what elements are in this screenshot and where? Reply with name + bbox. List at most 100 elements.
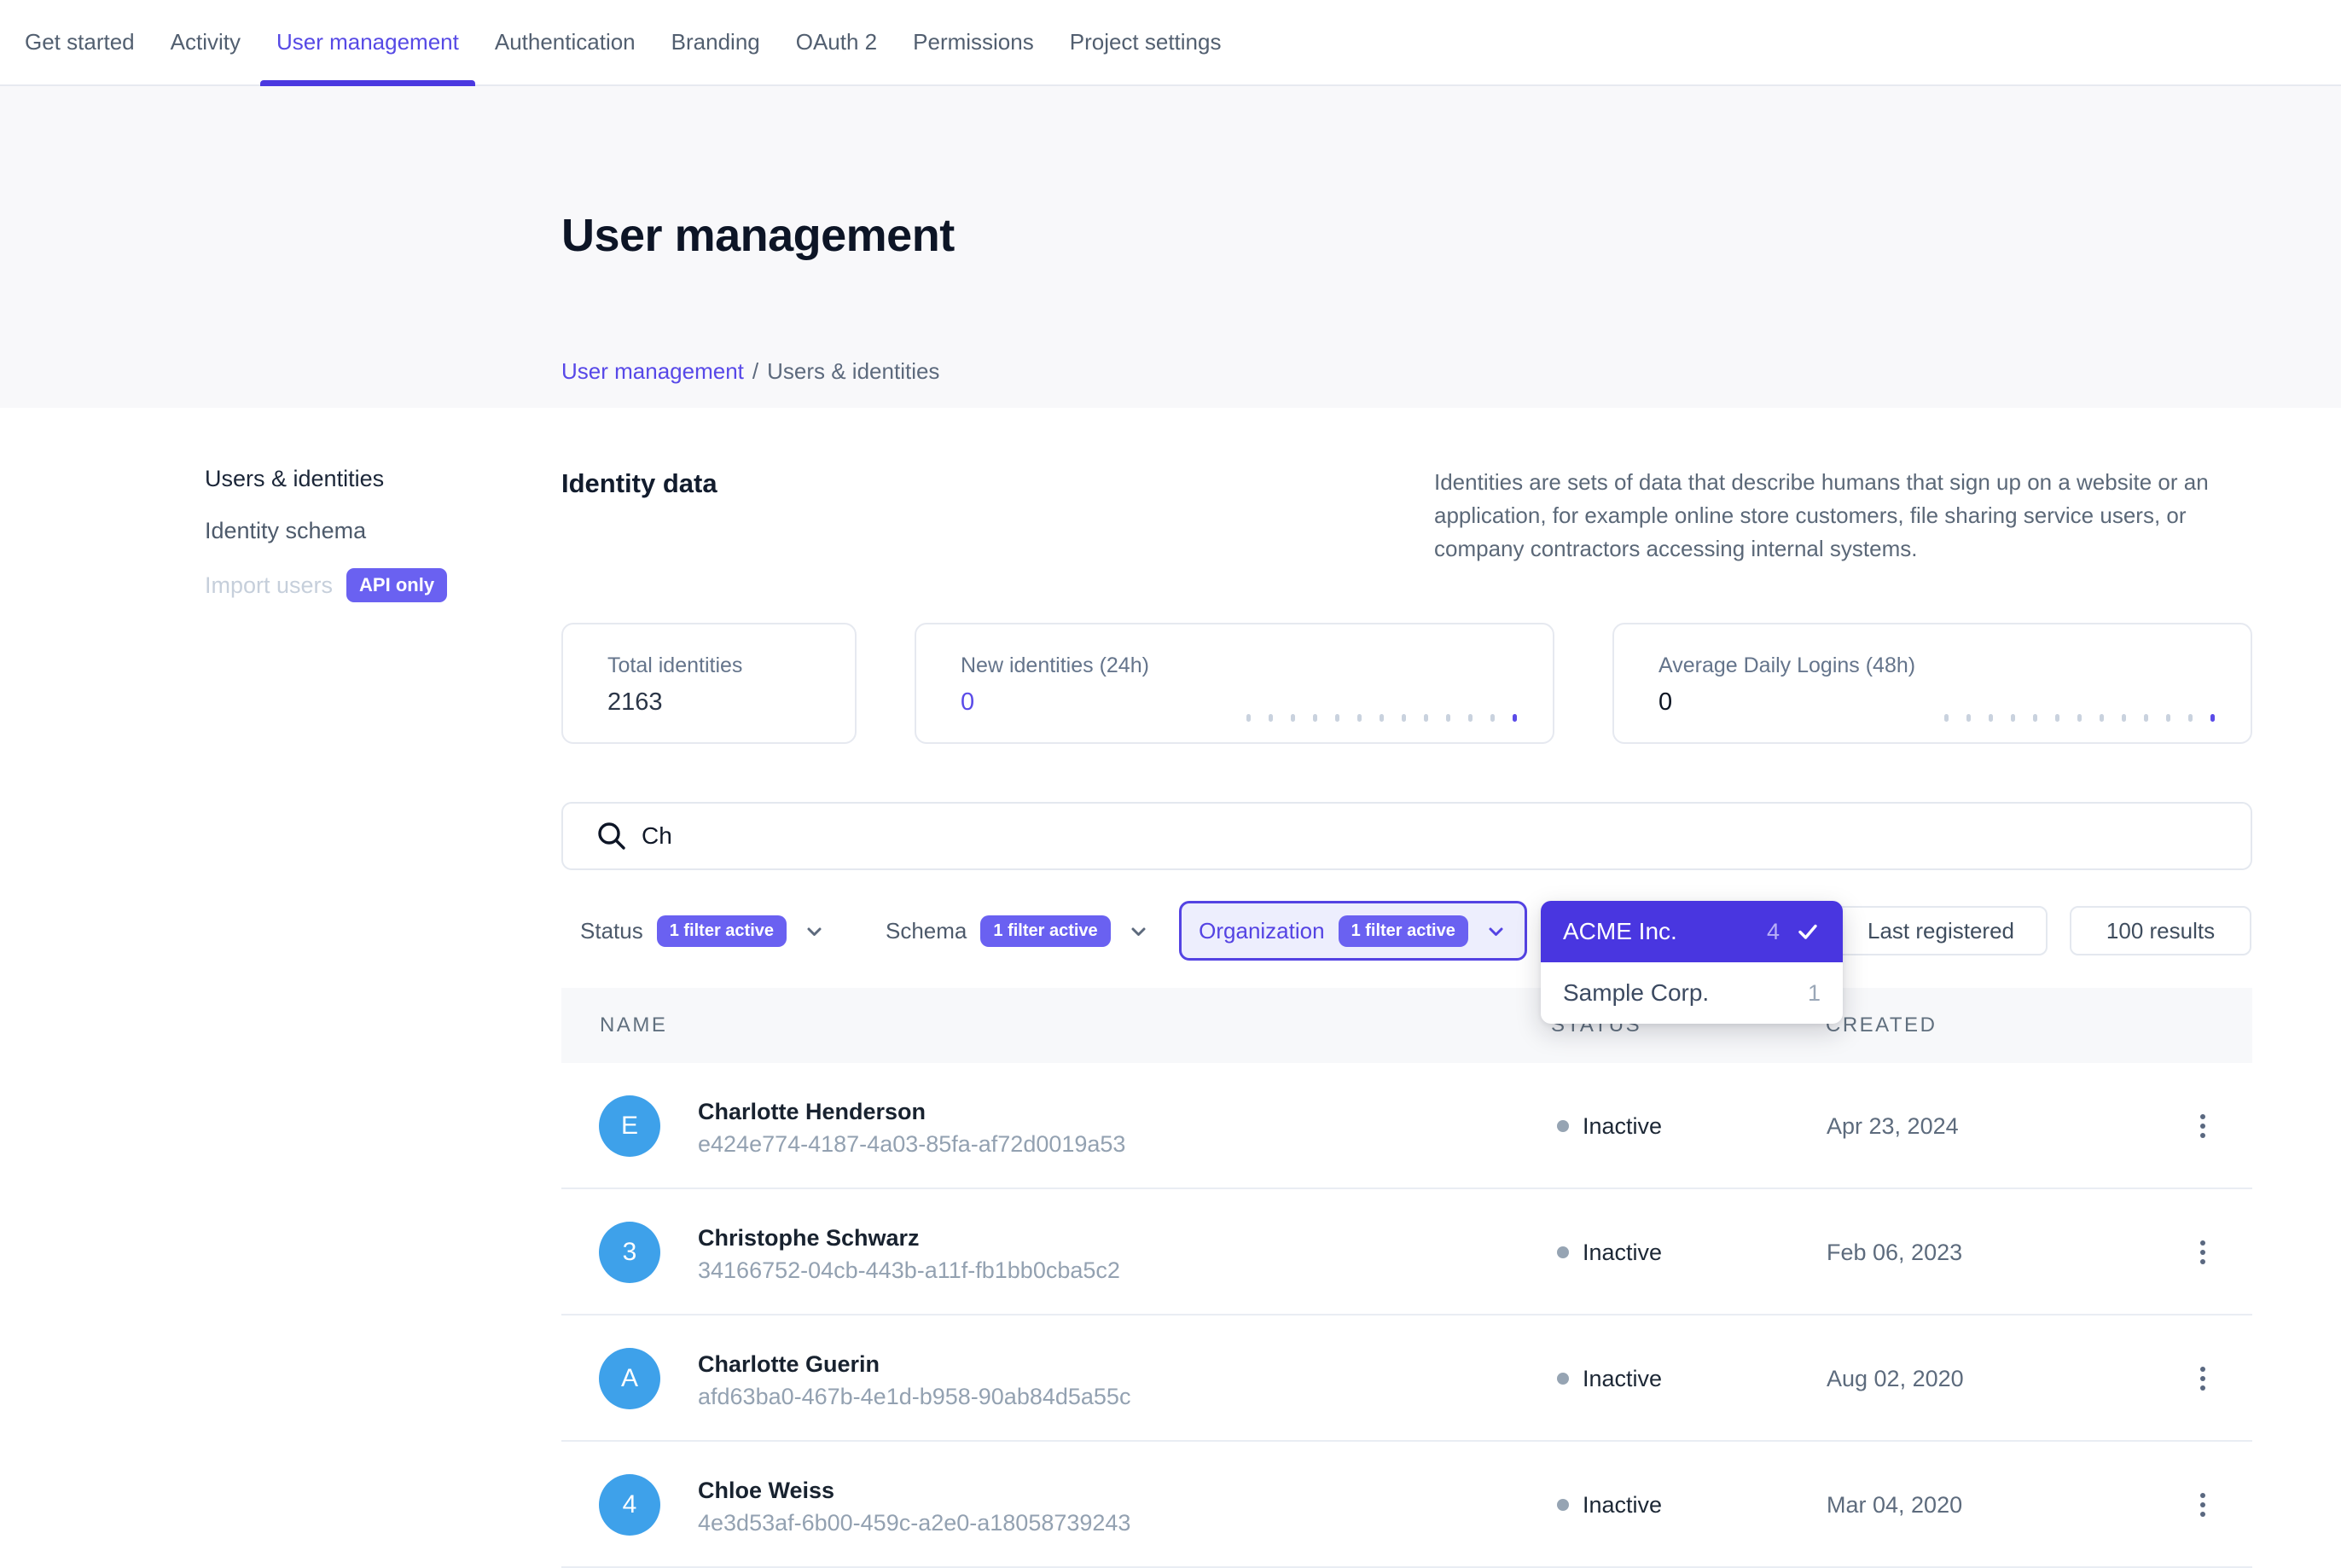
breadcrumb-link-user-management[interactable]: User management [561, 358, 744, 384]
breadcrumb-current: Users & identities [767, 358, 939, 384]
table-header: NAME STATUS CREATED [561, 988, 2252, 1063]
filter-schema[interactable]: Schema 1 filter active [886, 901, 1150, 961]
stat-value: 2163 [607, 688, 855, 717]
magnifier-icon [595, 820, 628, 852]
avatar: E [599, 1095, 660, 1157]
stat-label: Total identities [607, 653, 855, 678]
sidebar-item-users-identities[interactable]: Users & identities [205, 464, 546, 493]
stat-card-new-identities: New identities (24h) 0 [915, 623, 1554, 744]
stat-value: 0 [1658, 688, 2251, 717]
stat-value: 0 [961, 688, 1553, 717]
sidebar-item-import-users: Import users API only [205, 568, 546, 602]
tab-permissions[interactable]: Permissions [897, 0, 1050, 84]
chevron-down-icon[interactable] [1127, 920, 1150, 943]
created-cell: Aug 02, 2020 [1827, 1315, 1964, 1442]
identity-table: E Charlotte Henderson e424e774-4187-4a03… [561, 1063, 2252, 1568]
sidebar: Users & identities Identity schema Impor… [205, 464, 546, 625]
sidebar-item-label: Import users [205, 571, 333, 600]
row-actions-kebab-icon[interactable] [2186, 1063, 2220, 1189]
option-count: 4 [1767, 919, 1780, 945]
filter-status[interactable]: Status 1 filter active [580, 901, 826, 961]
table-row[interactable]: 4 Chloe Weiss 4e3d53af-6b00-459c-a2e0-a1… [561, 1442, 2252, 1568]
stat-card-average-daily-logins: Average Daily Logins (48h) 0 [1612, 623, 2252, 744]
search-input[interactable] [642, 822, 2251, 850]
filter-active-badge: 1 filter active [657, 915, 787, 947]
section-heading: Identity data [561, 468, 717, 499]
status-dot-icon [1557, 1373, 1569, 1385]
tab-user-management[interactable]: User management [260, 0, 475, 84]
tab-activity[interactable]: Activity [154, 0, 257, 84]
row-actions-kebab-icon[interactable] [2186, 1315, 2220, 1442]
status-cell: Inactive [1557, 1189, 1662, 1315]
breadcrumb: User management / Users & identities [561, 358, 939, 385]
sparkline [1229, 714, 1517, 722]
identity-name: Charlotte Guerin [698, 1351, 880, 1378]
identity-id: 4e3d53af-6b00-459c-a2e0-a18058739243 [698, 1510, 1130, 1536]
tab-get-started[interactable]: Get started [9, 0, 151, 84]
status-label: Inactive [1583, 1366, 1662, 1392]
sort-select[interactable]: Last registered [1834, 906, 2048, 955]
api-only-badge: API only [346, 568, 447, 602]
status-dot-icon [1557, 1499, 1569, 1511]
stat-label: New identities (24h) [961, 653, 1553, 678]
avatar: A [599, 1348, 660, 1409]
sidebar-item-identity-schema[interactable]: Identity schema [205, 516, 546, 545]
filter-organization[interactable]: Organization 1 filter active [1179, 901, 1527, 961]
status-dot-icon [1557, 1120, 1569, 1132]
avatar: 4 [599, 1474, 660, 1536]
filter-active-badge: 1 filter active [980, 915, 1110, 947]
option-count: 1 [1808, 980, 1821, 1007]
stat-card-total-identities: Total identities 2163 [561, 623, 857, 744]
option-label: ACME Inc. [1563, 918, 1677, 945]
identity-name: Chloe Weiss [698, 1478, 834, 1504]
main-panel: Identity data Identities are sets of dat… [561, 408, 2252, 1548]
created-cell: Apr 23, 2024 [1827, 1063, 1959, 1189]
stats-cards: Total identities 2163 New identities (24… [561, 623, 2252, 744]
column-header-name: NAME [600, 1013, 667, 1037]
chevron-down-icon[interactable] [1484, 920, 1507, 943]
tab-oauth2[interactable]: OAuth 2 [780, 0, 893, 84]
status-label: Inactive [1583, 1492, 1662, 1519]
identity-name: Charlotte Henderson [698, 1099, 926, 1125]
identity-id: e424e774-4187-4a03-85fa-af72d0019a53 [698, 1131, 1125, 1158]
row-actions-kebab-icon[interactable] [2186, 1189, 2220, 1315]
page-size-select[interactable]: 100 results [2070, 906, 2251, 955]
stat-label: Average Daily Logins (48h) [1658, 653, 2251, 678]
page-size-label: 100 results [2106, 918, 2215, 944]
status-label: Inactive [1583, 1113, 1662, 1140]
row-actions-kebab-icon[interactable] [2186, 1442, 2220, 1568]
status-dot-icon [1557, 1246, 1569, 1258]
content-area: Users & identities Identity schema Impor… [0, 408, 2341, 1548]
created-cell: Feb 06, 2023 [1827, 1189, 1962, 1315]
table-row[interactable]: A Charlotte Guerin afd63ba0-467b-4e1d-b9… [561, 1315, 2252, 1442]
top-nav: Get started Activity User management Aut… [0, 0, 2341, 86]
page-header: User management User management / Users & … [0, 86, 2341, 408]
table-row[interactable]: E Charlotte Henderson e424e774-4187-4a03… [561, 1063, 2252, 1189]
sparkline [1926, 714, 2215, 722]
tab-branding[interactable]: Branding [655, 0, 776, 84]
breadcrumb-separator: / [752, 358, 758, 384]
column-header-created: CREATED [1826, 1013, 1937, 1037]
status-cell: Inactive [1557, 1442, 1662, 1568]
filter-label: Schema [886, 918, 967, 944]
dropdown-option-acme[interactable]: ACME Inc. 4 [1541, 901, 1843, 962]
status-cell: Inactive [1557, 1063, 1662, 1189]
filter-label: Status [580, 918, 643, 944]
identity-name: Christophe Schwarz [698, 1225, 920, 1251]
identity-id: afd63ba0-467b-4e1d-b958-90ab84d5a55c [698, 1384, 1130, 1410]
chevron-down-icon[interactable] [803, 920, 826, 943]
checkmark-icon [1795, 919, 1821, 944]
page-title: User management [561, 209, 955, 262]
sidebar-item-label: Users & identities [205, 464, 384, 493]
tab-authentication[interactable]: Authentication [479, 0, 652, 84]
filter-active-badge: 1 filter active [1339, 915, 1468, 947]
dropdown-option-sample-corp[interactable]: Sample Corp. 1 [1541, 962, 1843, 1024]
organization-dropdown: ACME Inc. 4 Sample Corp. 1 [1541, 901, 1843, 1024]
filter-label: Organization [1199, 918, 1324, 944]
table-row[interactable]: 3 Christophe Schwarz 34166752-04cb-443b-… [561, 1189, 2252, 1315]
status-cell: Inactive [1557, 1315, 1662, 1442]
tab-project-settings[interactable]: Project settings [1054, 0, 1238, 84]
sidebar-item-label: Identity schema [205, 516, 366, 545]
status-label: Inactive [1583, 1240, 1662, 1266]
option-label: Sample Corp. [1563, 979, 1709, 1007]
